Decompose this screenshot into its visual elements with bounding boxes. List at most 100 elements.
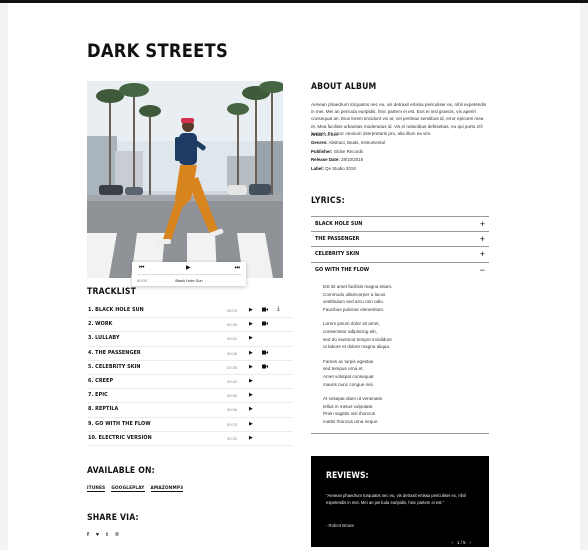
track-name: 7. EPIC	[88, 392, 108, 399]
play-track-icon[interactable]: ▶	[249, 364, 253, 370]
track-row[interactable]: 6. CREEP 00:42 ▶	[87, 375, 293, 390]
track-name: 1. BLACK HOLE SUN	[88, 307, 144, 313]
review-prev-button[interactable]: ‹	[452, 540, 453, 545]
review-counter: 1 / 5	[456, 540, 466, 545]
track-name: 5. CELEBRITY SKIN	[88, 363, 141, 370]
track-row[interactable]: 4. THE PASSENGER 00:28 ▶	[87, 347, 293, 361]
play-track-icon[interactable]: ▶	[249, 406, 253, 412]
track-row[interactable]: 2. WORK 00:30 ▶	[87, 318, 293, 333]
track-duration: 00:36	[227, 407, 238, 413]
lyrics-item-title: CELEBRITY SKIN	[315, 251, 360, 258]
download-icon[interactable]: ⤓	[277, 306, 280, 313]
lyric-line: mattis rhoncus urna neque.	[323, 418, 379, 424]
lyrics-item-title: BLACK HOLE SUN	[315, 221, 363, 227]
play-track-icon[interactable]: ▶	[249, 435, 253, 441]
meta-label: Publisher:	[311, 148, 333, 154]
play-track-icon[interactable]: ▶	[249, 350, 253, 356]
previous-track-icon[interactable]: ⏮	[139, 265, 144, 272]
expand-icon[interactable]: +	[480, 248, 485, 260]
play-icon[interactable]: ▶	[186, 265, 191, 272]
lyric-line: Proin sagittis nisl rhoncus	[323, 411, 376, 417]
pinterest-icon[interactable]: ℗	[115, 532, 119, 538]
review-author: - Robert Brown	[326, 523, 355, 528]
lyric-line: At volutpat diam ut venenatis	[323, 396, 382, 402]
lyrics-item[interactable]: CELEBRITY SKIN +	[311, 246, 489, 261]
track-row[interactable]: 3. LULLABY 00:32 ▶	[87, 332, 293, 347]
track-duration: 00:35	[227, 393, 238, 399]
review-pagination: ‹ 1 / 5 ›	[452, 540, 471, 545]
lyric-line: tellus in metus vulputate.	[323, 403, 374, 409]
track-row[interactable]: 7. EPIC 00:35 ▶	[87, 389, 293, 404]
tracklist-heading: TRACKLIST	[87, 287, 137, 297]
track-name: 10. ELECTRIC VERSION	[88, 434, 152, 441]
lyric-line: Lorem ipsum dolor sit amet,	[323, 321, 380, 327]
video-icon[interactable]	[262, 364, 268, 369]
share-heading: SHARE VIA:	[87, 513, 139, 523]
review-next-button[interactable]: ›	[470, 540, 471, 545]
play-track-icon[interactable]: ▶	[249, 321, 253, 327]
expand-icon[interactable]: +	[480, 233, 485, 245]
lyric-line: mauris nunc congue nisi.	[323, 381, 374, 387]
collapse-icon[interactable]: −	[480, 264, 485, 276]
track-name: 2. WORK	[88, 321, 113, 328]
meta-value: 28/10/2018	[341, 157, 364, 163]
video-icon[interactable]	[262, 321, 268, 326]
play-track-icon[interactable]: ▶	[249, 307, 253, 313]
tumblr-icon[interactable]: t	[106, 532, 108, 538]
meta-value: Lil Bee	[325, 132, 339, 137]
play-track-icon[interactable]: ▶	[249, 378, 253, 384]
track-row[interactable]: 5. CELEBRITY SKIN 00:38 ▶	[87, 361, 293, 375]
next-track-icon[interactable]: ⏭	[235, 265, 240, 272]
lyrics-item[interactable]: GO WITH THE FLOW −	[311, 261, 489, 277]
twitter-icon[interactable]: ♥	[96, 532, 99, 538]
lyrics-accordion: BLACK HOLE SUN + THE PASSENGER + CELEBRITY S…	[311, 216, 489, 277]
audio-player: ⏮ ▶ ⏭ 00:00 Black Hole Sun	[132, 262, 246, 286]
reviews-panel: REVIEWS: "Aenean phaedrum torquatos nec …	[311, 456, 489, 547]
lyric-line: sed tempus urna et.	[323, 366, 364, 372]
album-title: DARK STREETS	[87, 40, 228, 62]
track-row[interactable]: 10. ELECTRIC VERSION 00:33 ▶	[87, 432, 293, 446]
lyrics-open-content: Est sit amet facilisis magna etiam. Commo…	[323, 283, 493, 433]
meta-row: Artist: Lil Bee	[311, 131, 385, 139]
meta-value: Abstract, Beats, Instrumental	[328, 140, 385, 146]
share-icons: f ♥ t ℗	[87, 532, 119, 538]
lyric-line: vestibulum sed arcu non odio.	[323, 299, 385, 305]
lyric-line: ut labore et dolore magna aliqua.	[323, 344, 391, 350]
lyric-line: consectetur adipiscing elit,	[323, 328, 377, 334]
lyric-line: sed do eiusmod tempor incididunt	[323, 336, 392, 342]
lyrics-item[interactable]: THE PASSENGER +	[311, 231, 489, 246]
lyric-line: Fames ac turpis egestas	[323, 358, 374, 364]
track-row[interactable]: 8. REPTILA 00:36 ▶	[87, 403, 293, 418]
lyric-stanza: Lorem ipsum dolor sit amet, consectetur a…	[323, 320, 493, 350]
store-link[interactable]: AMAZONMP3	[150, 485, 184, 492]
store-links: ITUNES GOOGLEPLAY AMAZONMP3	[87, 485, 184, 492]
facebook-icon[interactable]: f	[87, 532, 89, 538]
lyrics-divider	[311, 433, 489, 434]
play-track-icon[interactable]: ▶	[249, 335, 253, 341]
store-link[interactable]: GOOGLEPLAY	[111, 485, 145, 492]
video-icon[interactable]	[262, 350, 268, 355]
lyric-stanza: At volutpat diam ut venenatis tellus in m…	[323, 395, 493, 425]
video-icon[interactable]	[262, 307, 268, 312]
track-name: 6. CREEP	[88, 377, 114, 384]
meta-label: Genres:	[311, 140, 328, 146]
play-track-icon[interactable]: ▶	[249, 392, 253, 398]
track-duration: 00:42	[227, 378, 238, 384]
lyrics-item-title: GO WITH THE FLOW	[315, 266, 370, 273]
lyrics-item[interactable]: BLACK HOLE SUN +	[311, 216, 489, 231]
expand-icon[interactable]: +	[480, 218, 485, 230]
track-row[interactable]: 9. GO WITH THE FLOW 00:23 ▶	[87, 418, 293, 432]
track-duration: 00:38	[227, 364, 238, 370]
store-link[interactable]: ITUNES	[87, 485, 106, 492]
track-name: 4. THE PASSENGER	[88, 349, 141, 356]
lyrics-item-title: THE PASSENGER	[315, 236, 360, 243]
progress-bar[interactable]	[137, 274, 241, 275]
album-cover-image	[87, 81, 283, 278]
play-track-icon[interactable]: ▶	[249, 421, 253, 427]
track-duration: 00:23	[227, 421, 238, 427]
meta-row: Publisher: Globe Records	[311, 148, 385, 156]
lyric-line: Amet volutpat consequat	[323, 373, 374, 379]
track-row[interactable]: 1. BLACK HOLE SUN 05:29 ▶ ⤓	[87, 304, 293, 319]
lyrics-heading: LYRICS:	[311, 196, 345, 206]
lyric-line: Commodo ullamcorper a lacus	[323, 291, 386, 297]
